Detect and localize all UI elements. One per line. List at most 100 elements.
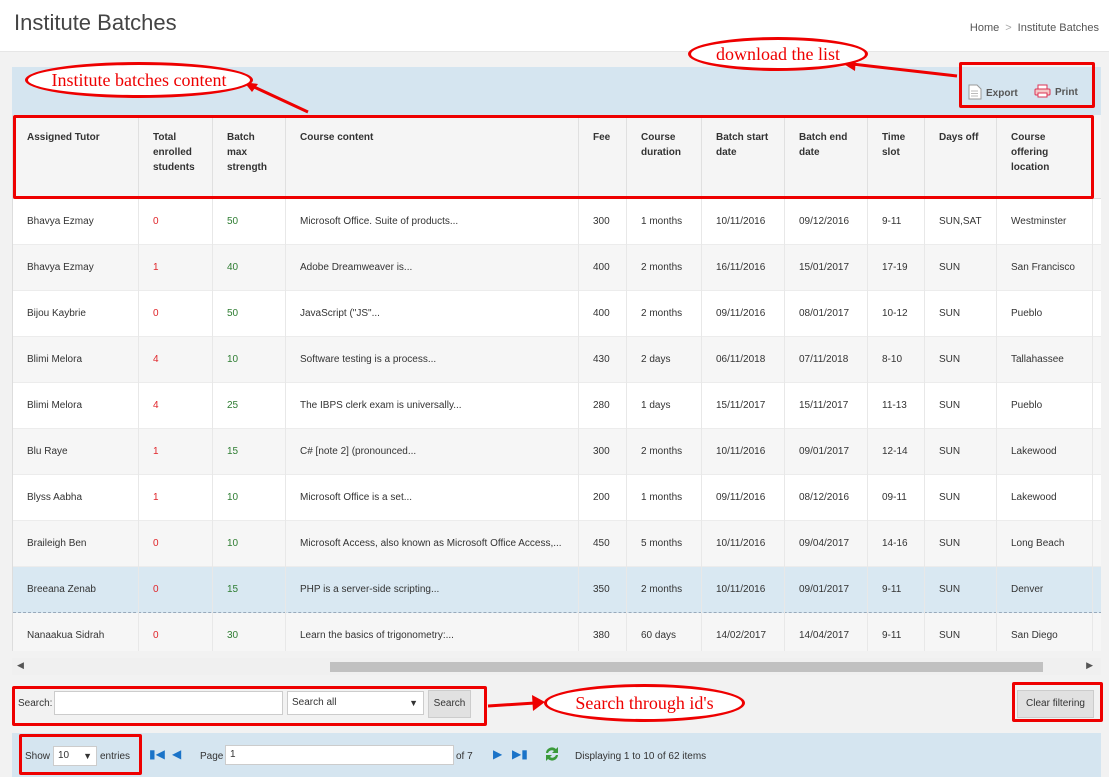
table-row[interactable]: Blu Raye 1 15 C# [note 2] (pronounced... 300…	[13, 429, 1101, 475]
cell-start-date: 10/11/2016	[702, 199, 785, 245]
cell-location: Denver	[997, 567, 1093, 613]
cell-days-off: SUN,SAT	[925, 199, 997, 245]
annotation-content-label: Institute batches content	[25, 62, 253, 98]
column-header-max-strength[interactable]: Batch max strength	[213, 115, 286, 199]
column-header-days-off[interactable]: Days off	[925, 115, 997, 199]
cell-end-date: 15/11/2017	[785, 383, 868, 429]
cell-location: Pueblo	[997, 383, 1093, 429]
cell-max-strength: 15	[213, 429, 286, 475]
cell-max-strength: 10	[213, 521, 286, 567]
page-label: Page	[200, 751, 224, 762]
print-label: Print	[1055, 87, 1078, 98]
cell-enrolled: 0	[139, 613, 213, 651]
cell-enrolled: 4	[139, 337, 213, 383]
search-button[interactable]: Search	[428, 690, 471, 718]
cell-start-date: 09/11/2016	[702, 475, 785, 521]
refresh-icon[interactable]	[543, 745, 561, 766]
column-header-course-content[interactable]: Course content	[286, 115, 579, 199]
breadcrumb: Home > Institute Batches	[970, 22, 1099, 34]
cell-days-off: SUN	[925, 337, 997, 383]
table-row[interactable]: Blimi Melora 4 25 The IBPS clerk exam is un…	[13, 383, 1101, 429]
cell-tutor: Braileigh Ben	[13, 521, 139, 567]
cell-enrolled: 1	[139, 429, 213, 475]
cell-end-date: 09/04/2017	[785, 521, 868, 567]
scroll-left-icon[interactable]: ◀	[17, 660, 24, 671]
scroll-right-icon[interactable]: ▶	[1086, 660, 1093, 671]
cell-course-content: Microsoft Office. Suite of products...	[286, 199, 579, 245]
cell-start-date: 15/11/2017	[702, 383, 785, 429]
cell-max-strength: 40	[213, 245, 286, 291]
cell-course-content: Learn the basics of trigonometry:...	[286, 613, 579, 651]
clear-filtering-button[interactable]: Clear filtering	[1017, 690, 1094, 718]
cell-tutor: Blimi Melora	[13, 383, 139, 429]
last-page-icon[interactable]: ▶▮	[512, 747, 528, 761]
column-header-fee[interactable]: Fee	[579, 115, 627, 199]
table-row[interactable]: Bhavya Ezmay 0 50 Microsoft Office. Suite o…	[13, 199, 1101, 245]
cell-duration: 1 months	[627, 475, 702, 521]
grid-header: Assigned Tutor Total enrolled students Bat…	[13, 115, 1101, 199]
cell-start-date: 14/02/2017	[702, 613, 785, 651]
column-header-end-date[interactable]: Batch end date	[785, 115, 868, 199]
column-header-time-slot[interactable]: Time slot	[868, 115, 925, 199]
cell-start-date: 09/11/2016	[702, 291, 785, 337]
cell-time-slot: 09-11	[868, 475, 925, 521]
print-button[interactable]: Print	[1034, 84, 1078, 101]
search-filter-select[interactable]: Search all ▼	[287, 691, 424, 715]
table-row[interactable]: Blimi Melora 4 10 Software testing is a pro…	[13, 337, 1101, 383]
table-row[interactable]: Blyss Aabha 1 10 Microsoft Office is a set.…	[13, 475, 1101, 521]
page-input[interactable]: 1	[225, 745, 454, 765]
breadcrumb-home[interactable]: Home	[970, 22, 999, 34]
previous-page-icon[interactable]: ◀	[172, 747, 181, 761]
cell-location: Westminster	[997, 199, 1093, 245]
cell-max-strength: 50	[213, 199, 286, 245]
cell-start-date: 16/11/2016	[702, 245, 785, 291]
column-header-enrolled[interactable]: Total enrolled students	[139, 115, 213, 199]
cell-time-slot: 9-11	[868, 199, 925, 245]
cell-fee: 380	[579, 613, 627, 651]
column-header-tutor[interactable]: Assigned Tutor	[13, 115, 139, 199]
cell-max-strength: 15	[213, 567, 286, 613]
chevron-down-icon: ▼	[83, 751, 92, 761]
export-button[interactable]: Export	[968, 84, 1018, 103]
cell-enrolled: 0	[139, 567, 213, 613]
page-size-select[interactable]: 10 ▼	[53, 746, 97, 766]
table-row[interactable]: Braileigh Ben 0 10 Microsoft Access, also k…	[13, 521, 1101, 567]
cell-time-slot: 10-12	[868, 291, 925, 337]
next-page-icon[interactable]: ▶	[493, 747, 502, 761]
cell-fee: 400	[579, 245, 627, 291]
cell-fee: 450	[579, 521, 627, 567]
cell-max-strength: 25	[213, 383, 286, 429]
cell-location: Lakewood	[997, 429, 1093, 475]
cell-time-slot: 14-16	[868, 521, 925, 567]
cell-enrolled: 0	[139, 199, 213, 245]
cell-course-content: JavaScript ("JS"...	[286, 291, 579, 337]
cell-duration: 60 days	[627, 613, 702, 651]
batches-grid: Assigned Tutor Total enrolled students Bat…	[12, 115, 1101, 651]
column-header-start-date[interactable]: Batch start date	[702, 115, 785, 199]
cell-fee: 280	[579, 383, 627, 429]
cell-fee: 300	[579, 429, 627, 475]
scrollbar-thumb[interactable]	[330, 662, 1043, 672]
cell-location: San Francisco	[997, 245, 1093, 291]
cell-end-date: 09/12/2016	[785, 199, 868, 245]
table-row[interactable]: Breeana Zenab 0 15 PHP is a server-side scr…	[13, 567, 1101, 613]
cell-enrolled: 4	[139, 383, 213, 429]
cell-end-date: 15/01/2017	[785, 245, 868, 291]
cell-tutor: Bhavya Ezmay	[13, 245, 139, 291]
horizontal-scrollbar[interactable]: ◀ ▶	[12, 658, 1101, 675]
table-row[interactable]: Bhavya Ezmay 1 40 Adobe Dreamweaver is... 40…	[13, 245, 1101, 291]
breadcrumb-current: Institute Batches	[1017, 22, 1099, 34]
search-input[interactable]	[54, 691, 283, 715]
table-row[interactable]: Nanaakua Sidrah 0 30 Learn the basics of tr…	[13, 613, 1101, 651]
cell-location: San Diego	[997, 613, 1093, 651]
cell-tutor: Nanaakua Sidrah	[13, 613, 139, 651]
column-header-duration[interactable]: Course duration	[627, 115, 702, 199]
cell-duration: 2 months	[627, 245, 702, 291]
column-header-location[interactable]: Course offering location	[997, 115, 1093, 199]
cell-days-off: SUN	[925, 567, 997, 613]
table-row[interactable]: Bijou Kaybrie 0 50 JavaScript ("JS"... 400 2 …	[13, 291, 1101, 337]
first-page-icon[interactable]: ▮◀	[149, 747, 165, 761]
show-label: Show	[25, 751, 51, 762]
cell-days-off: SUN	[925, 613, 997, 651]
cell-end-date: 08/01/2017	[785, 291, 868, 337]
